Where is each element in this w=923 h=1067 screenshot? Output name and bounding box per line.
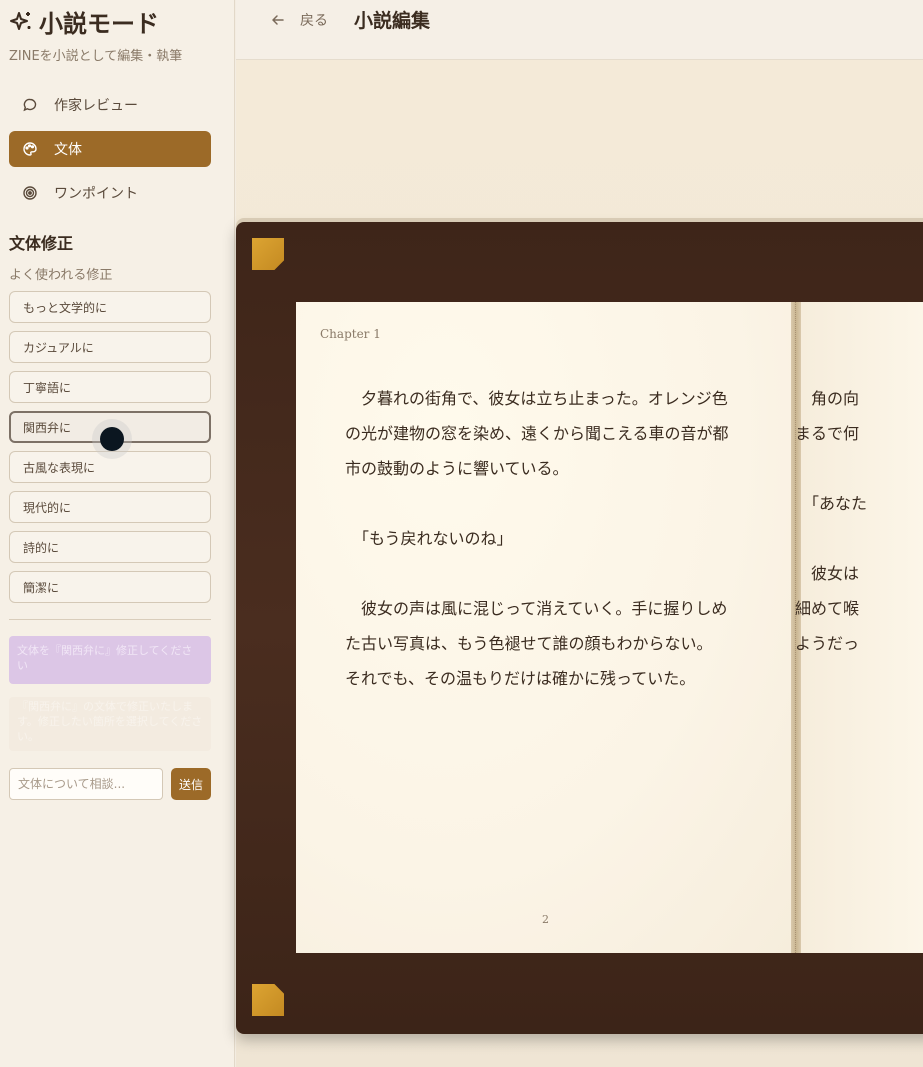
mode-one-point-button[interactable]: ワンポイント [9,175,211,211]
page-text[interactable]: 夕暮れの街角で、彼女は立ち止まった。オレンジ色 の光が建物の窓を染め、遠くから聞… [345,381,745,696]
preset-polite-button[interactable]: 丁寧語に [9,371,211,403]
text-line: 夕暮れの街角で、彼女は立ち止まった。オレンジ色 [361,389,728,408]
text-line: 「あなた [803,494,868,513]
preset-list: もっと文学的に カジュアルに 丁寧語に 関西弁に 古風な表現に 現代的に 詩的に… [9,291,211,611]
chat-user-message: 文体を『関西弁に』修正してください [9,636,211,684]
preset-poetic-button[interactable]: 詩的に [9,531,211,563]
mouse-cursor [100,427,124,451]
preset-concise-button[interactable]: 簡潔に [9,571,211,603]
app-title: 小説モード [9,4,159,39]
book: Chapter 1 夕暮れの街角で、彼女は立ち止まった。オレンジ色 の光が建物の… [236,222,923,1034]
text-line: た古い写真は、もう色褪せて誰の顔もわからない。 [345,634,713,653]
page-number: 2 [542,913,549,926]
header: 戻る 小説編集 [236,0,923,60]
palette-icon [23,142,37,156]
chat-bubble-icon [23,98,37,112]
text-line: 細めて喉 [795,599,860,618]
preset-casual-button[interactable]: カジュアルに [9,331,211,363]
chat-assistant-message: 『関西弁に』の文体で修正いたします。修正したい箇所を選択してください。 [9,697,211,751]
back-label: 戻る [300,13,328,29]
left-page: Chapter 1 夕暮れの街角で、彼女は立ち止まった。オレンジ色 の光が建物の… [296,302,793,953]
sidebar: 小説モード ZINEを小説として編集・執筆 作家レビュー 文体 ワンポイント 文… [0,0,235,1067]
mode-label: 作家レビュー [54,98,138,114]
text-line: 角の向 [811,389,860,408]
back-button[interactable]: 戻る [270,10,328,30]
text-line: 「もう戻れないのね」 [353,529,513,548]
book-corner-ornament [252,238,284,270]
app-subtitle: ZINEを小説として編集・執筆 [9,49,183,64]
preset-modern-button[interactable]: 現代的に [9,491,211,523]
mode-style-button[interactable]: 文体 [9,131,211,167]
page-text[interactable]: 角の向 まるで何 「あなた 彼女は 細めて喉 ようだっ [795,381,923,661]
sparkles-icon [10,11,31,30]
send-button[interactable]: 送信 [171,768,211,800]
text-line [795,521,923,556]
book-corner-ornament [252,984,284,1016]
arrow-left-icon [272,15,284,25]
text-line [345,486,745,521]
text-line: 市の鼓動のように響いている。 [345,459,569,478]
chat-input[interactable] [9,768,163,800]
mode-label: ワンポイント [54,186,138,202]
app-title-text: 小説モード [39,10,159,38]
section-title: 文体修正 [9,234,74,253]
preset-archaic-button[interactable]: 古風な表現に [9,451,211,483]
text-line: ようだっ [795,634,860,653]
text-line: 彼女は [811,564,860,583]
text-line: まるで何 [795,424,860,443]
divider [9,619,211,620]
text-line: 彼女の声は風に混じって消えていく。手に握りしめ [361,599,728,618]
text-line: の光が建物の窓を染め、遠くから聞こえる車の音が都 [345,424,729,443]
page-title: 小説編集 [354,10,431,32]
mode-writer-review-button[interactable]: 作家レビュー [9,87,211,123]
chapter-label: Chapter 1 [320,327,381,341]
text-line [345,556,745,591]
section-subtitle: よく使われる修正 [9,268,113,283]
text-line: それでも、その温もりだけは確かに残っていた。 [345,669,696,688]
mode-label: 文体 [54,142,82,158]
text-line [795,451,923,486]
target-icon [23,186,37,200]
right-page: 角の向 まるで何 「あなた 彼女は 細めて喉 ようだっ [795,302,923,953]
preset-literary-button[interactable]: もっと文学的に [9,291,211,323]
